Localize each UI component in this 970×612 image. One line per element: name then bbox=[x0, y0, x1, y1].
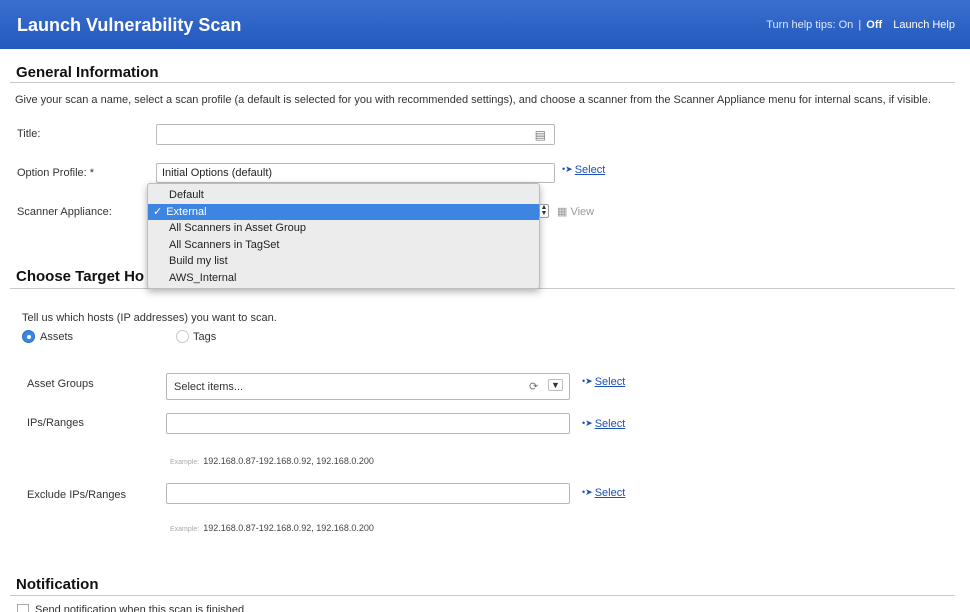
header-bar: Launch Vulnerability Scan Turn help tips… bbox=[0, 0, 970, 49]
targets-heading: Choose Target Ho bbox=[16, 268, 145, 285]
dropdown-option[interactable]: Default bbox=[148, 187, 539, 204]
refresh-icon[interactable]: ⟳ bbox=[529, 380, 538, 393]
general-info-description: Give your scan a name, select a scan pro… bbox=[15, 94, 931, 106]
asset-groups-placeholder: Select items... bbox=[174, 381, 244, 393]
option-profile-select[interactable]: Initial Options (default) bbox=[156, 163, 555, 183]
asset-groups-input[interactable]: Select items... ⟳ ▼ bbox=[166, 373, 570, 400]
title-input[interactable]: ▤ bbox=[156, 124, 555, 145]
dropdown-option[interactable]: AWS_Internal bbox=[148, 270, 539, 287]
pointer-icon: •➤ bbox=[582, 418, 593, 428]
option-profile-label: Option Profile: * bbox=[17, 167, 95, 179]
exclude-ips-example: Example: 192.168.0.87-192.168.0.92, 192.1… bbox=[170, 523, 374, 533]
assets-radio-label: Assets bbox=[40, 331, 74, 343]
help-tips-label: Turn help tips: bbox=[766, 19, 836, 31]
notification-heading: Notification bbox=[16, 576, 99, 593]
view-icon: ▦ bbox=[557, 206, 568, 218]
dropdown-option[interactable]: Build my list bbox=[148, 253, 539, 270]
ips-ranges-example: Example: 192.168.0.87-192.168.0.92, 192.1… bbox=[170, 456, 374, 466]
exclude-ips-input[interactable] bbox=[166, 483, 570, 504]
asset-groups-label: Asset Groups bbox=[27, 378, 94, 390]
scanner-appliance-label: Scanner Appliance: bbox=[17, 206, 112, 218]
ips-ranges-input[interactable] bbox=[166, 413, 570, 434]
scanner-view-link[interactable]: ▦ View bbox=[557, 205, 594, 218]
help-tips-on-link[interactable]: On bbox=[839, 19, 854, 31]
page-title: Launch Vulnerability Scan bbox=[17, 15, 242, 35]
pointer-icon: •➤ bbox=[562, 164, 573, 174]
notify-checkbox-label: Send notification when this scan is fini… bbox=[35, 604, 245, 612]
checkmark-icon: ✓ bbox=[153, 205, 163, 218]
section-divider bbox=[10, 82, 955, 83]
tags-radio-label: Tags bbox=[193, 331, 217, 343]
chevron-down-icon[interactable]: ▼ bbox=[548, 379, 563, 391]
help-tips-separator: | bbox=[858, 19, 862, 31]
tags-radio[interactable] bbox=[176, 330, 189, 343]
targets-description: Tell us which hosts (IP addresses) you w… bbox=[22, 312, 277, 324]
exclude-ips-select-link[interactable]: •➤ Select bbox=[582, 487, 625, 499]
launch-help-link[interactable]: Launch Help bbox=[893, 19, 955, 31]
ips-ranges-label: IPs/Ranges bbox=[27, 417, 84, 429]
asset-groups-select-link[interactable]: •➤ Select bbox=[582, 376, 625, 388]
ips-ranges-select-link[interactable]: •➤ Select bbox=[582, 418, 625, 430]
scanner-appliance-dropdown[interactable]: Default ✓ External All Scanners in Asset … bbox=[147, 183, 540, 289]
header-help-controls: Turn help tips: On | Off Launch Help bbox=[766, 19, 955, 31]
general-info-heading: General Information bbox=[16, 64, 159, 81]
pointer-icon: •➤ bbox=[582, 487, 593, 497]
select-stepper-icon[interactable]: ▲ ▼ bbox=[539, 204, 549, 218]
title-label: Title: bbox=[17, 128, 41, 140]
dropdown-option-selected[interactable]: ✓ External bbox=[148, 203, 539, 220]
notify-checkbox[interactable] bbox=[17, 604, 29, 612]
pointer-icon: •➤ bbox=[582, 376, 593, 386]
dropdown-option[interactable]: All Scanners in Asset Group bbox=[148, 220, 539, 237]
card-icon: ▤ bbox=[534, 128, 546, 142]
exclude-ips-label: Exclude IPs/Ranges bbox=[27, 489, 127, 501]
assets-radio[interactable] bbox=[22, 330, 35, 343]
help-tips-off-link[interactable]: Off bbox=[866, 19, 882, 31]
option-profile-select-link[interactable]: •➤ Select bbox=[562, 164, 605, 176]
dropdown-option[interactable]: All Scanners in TagSet bbox=[148, 237, 539, 254]
section-divider bbox=[10, 595, 955, 596]
